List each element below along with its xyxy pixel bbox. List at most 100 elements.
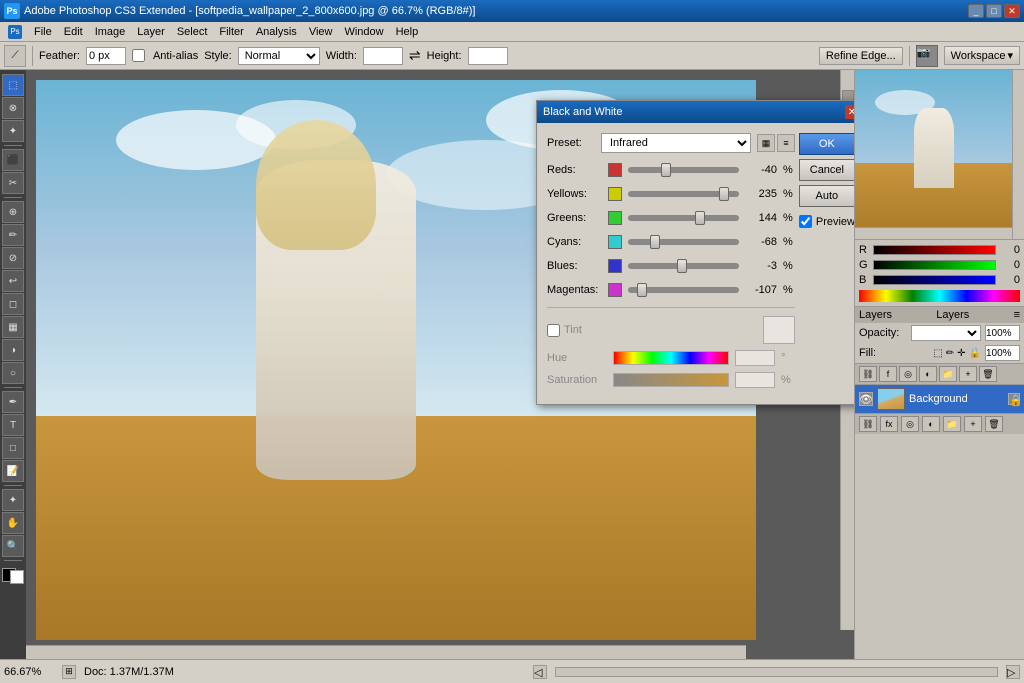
delete-layer-button[interactable]: 🗑 xyxy=(979,366,997,382)
lock-all-icon[interactable]: 🔒 xyxy=(969,348,981,359)
tool-eraser[interactable]: ◻ xyxy=(2,293,24,315)
add-style-button[interactable]: f xyxy=(879,366,897,382)
magentas-slider-track[interactable] xyxy=(628,287,739,293)
layers-tab[interactable]: Layers xyxy=(936,309,969,321)
layer-visibility-eye[interactable]: 👁 xyxy=(859,392,873,406)
magentas-slider-thumb[interactable] xyxy=(637,283,647,297)
menu-help[interactable]: Help xyxy=(390,24,425,40)
tool-shape[interactable]: □ xyxy=(2,437,24,459)
height-input[interactable] xyxy=(468,47,508,65)
tool-brush[interactable]: ✏ xyxy=(2,224,24,246)
swap-icon[interactable]: ⇌ xyxy=(409,47,421,64)
thumb-hscrollbar[interactable] xyxy=(855,227,1012,239)
layers-menu-icon[interactable]: ≡ xyxy=(1014,309,1020,321)
background-color[interactable] xyxy=(10,570,24,584)
new-adjustment-button[interactable]: ◐ xyxy=(919,366,937,382)
menu-layer[interactable]: Layer xyxy=(131,24,171,40)
greens-slider-track[interactable] xyxy=(628,215,739,221)
tool-zoom[interactable]: 🔍 xyxy=(2,535,24,557)
hscrollbar-main[interactable] xyxy=(555,667,998,677)
yellows-slider-thumb[interactable] xyxy=(719,187,729,201)
auto-button[interactable]: Auto xyxy=(799,185,854,207)
reds-slider-thumb[interactable] xyxy=(661,163,671,177)
preview-checkbox[interactable] xyxy=(799,215,812,228)
menu-analysis[interactable]: Analysis xyxy=(250,24,303,40)
cyans-slider-track[interactable] xyxy=(628,239,739,245)
ok-button[interactable]: OK xyxy=(799,133,854,155)
folder-button[interactable]: 📁 xyxy=(943,416,961,432)
r-slider[interactable] xyxy=(873,245,996,255)
tool-marquee[interactable]: ⬚ xyxy=(2,74,24,96)
b-slider[interactable] xyxy=(873,275,996,285)
width-input[interactable] xyxy=(363,47,403,65)
tool-gradient[interactable]: ▦ xyxy=(2,316,24,338)
tool-clone-stamp[interactable]: ⊘ xyxy=(2,247,24,269)
greens-slider-thumb[interactable] xyxy=(695,211,705,225)
blues-slider-track[interactable] xyxy=(628,263,739,269)
preset-menu-icon[interactable]: ≡ xyxy=(777,134,795,152)
adjustment-button[interactable]: ◐ xyxy=(922,416,940,432)
tool-eyedropper[interactable]: ✦ xyxy=(2,489,24,511)
minimize-button[interactable]: _ xyxy=(968,4,984,18)
menu-image[interactable]: Image xyxy=(89,24,132,40)
anti-alias-checkbox[interactable] xyxy=(132,49,145,62)
hue-slider[interactable] xyxy=(613,351,729,365)
tint-color-box[interactable] xyxy=(763,316,795,344)
menu-edit[interactable]: Edit xyxy=(58,24,89,40)
fx-button[interactable]: fx xyxy=(880,416,898,432)
maximize-button[interactable]: □ xyxy=(986,4,1002,18)
menu-window[interactable]: Window xyxy=(338,24,389,40)
menu-view[interactable]: View xyxy=(303,24,339,40)
style-dropdown[interactable]: Normal Fixed Ratio Fixed Size xyxy=(238,47,320,65)
menu-adobe[interactable]: Ps xyxy=(2,23,28,41)
tool-healing[interactable]: ⊕ xyxy=(2,201,24,223)
tool-text[interactable]: T xyxy=(2,414,24,436)
lock-move-icon[interactable]: ✛ xyxy=(957,348,965,359)
background-layer[interactable]: 👁 Background 🔒 xyxy=(855,385,1024,413)
menu-select[interactable]: Select xyxy=(171,24,214,40)
window-controls[interactable]: _ □ ✕ xyxy=(968,4,1020,18)
yellows-slider-track[interactable] xyxy=(628,191,739,197)
workspace-button[interactable]: Workspace ▾ xyxy=(944,46,1020,65)
tint-checkbox[interactable] xyxy=(547,324,560,337)
link-button[interactable]: ⛓ xyxy=(859,416,877,432)
lock-transparent-icon[interactable]: ⬚ xyxy=(933,348,942,359)
tool-crop[interactable]: ⬛ xyxy=(2,149,24,171)
menu-filter[interactable]: Filter xyxy=(213,24,249,40)
saturation-slider[interactable] xyxy=(613,373,729,387)
mask-button[interactable]: ◎ xyxy=(901,416,919,432)
close-button[interactable]: ✕ xyxy=(1004,4,1020,18)
blend-mode-dropdown[interactable] xyxy=(911,325,981,341)
blues-slider-thumb[interactable] xyxy=(677,259,687,273)
fill-input[interactable] xyxy=(985,345,1020,361)
add-mask-button[interactable]: ◎ xyxy=(899,366,917,382)
reds-slider-track[interactable] xyxy=(628,167,739,173)
tool-path[interactable]: ✒ xyxy=(2,391,24,413)
bw-dialog-close[interactable]: ✕ xyxy=(845,105,854,119)
link-layers-button[interactable]: ⛓ xyxy=(859,366,877,382)
tool-lasso[interactable]: ⊗ xyxy=(2,97,24,119)
tool-blur[interactable]: ◑ xyxy=(2,339,24,361)
refine-edge-button[interactable]: Refine Edge... xyxy=(819,47,903,65)
thumb-vscrollbar[interactable] xyxy=(1012,70,1024,239)
lock-paint-icon[interactable]: ✏ xyxy=(946,348,954,359)
hue-input[interactable] xyxy=(735,350,775,366)
zoom-fit-button[interactable]: ⊞ xyxy=(62,665,76,679)
trash-button[interactable]: 🗑 xyxy=(985,416,1003,432)
tool-dodge[interactable]: ○ xyxy=(2,362,24,384)
scroll-left-button[interactable]: ◁ xyxy=(533,665,547,679)
cancel-button[interactable]: Cancel xyxy=(799,159,854,181)
opacity-input[interactable] xyxy=(985,325,1020,341)
new-group-button[interactable]: 📁 xyxy=(939,366,957,382)
tool-history-brush[interactable]: ↩ xyxy=(2,270,24,292)
tool-magic-wand[interactable]: ✦ xyxy=(2,120,24,142)
menu-file[interactable]: File xyxy=(28,24,58,40)
preset-dropdown[interactable]: Infrared Default High Contrast Blue Filt… xyxy=(601,133,751,153)
tool-hand[interactable]: ✋ xyxy=(2,512,24,534)
g-slider[interactable] xyxy=(873,260,996,270)
saturation-input[interactable] xyxy=(735,372,775,388)
new-layer-button[interactable]: + xyxy=(959,366,977,382)
feather-input[interactable] xyxy=(86,47,126,65)
preset-save-icon[interactable]: ▦ xyxy=(757,134,775,152)
scroll-right-button[interactable]: ▷ xyxy=(1006,665,1020,679)
